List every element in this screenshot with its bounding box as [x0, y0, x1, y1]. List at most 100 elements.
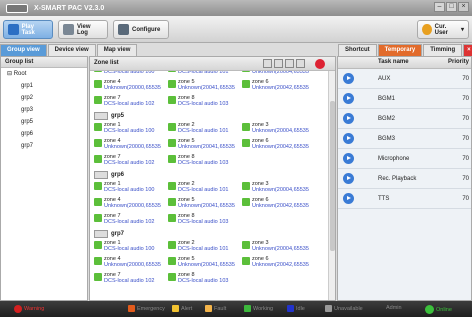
zone-item[interactable]: zone 5 Unknown(20041,65535	[168, 79, 242, 94]
zone-text: zone 8 DCS-local audio 103	[178, 272, 228, 284]
zone-source: Unknown(20000,65535	[104, 85, 161, 91]
current-user-button[interactable]: Cur. User ▾	[417, 20, 469, 39]
list-view-icon[interactable]	[274, 59, 283, 68]
tab-map-view[interactable]: Map view	[96, 44, 138, 56]
zone-group-header[interactable]: grp6	[90, 169, 335, 181]
unavailable-swatch	[325, 305, 332, 312]
zone-item[interactable]: zone 3Unknown(20004,65535	[242, 181, 316, 196]
task-row[interactable]: BGM1 70	[338, 89, 471, 109]
tree-item-grp2[interactable]: grp2	[1, 92, 87, 104]
alarm-icon[interactable]	[315, 59, 325, 69]
zone-grid: zone 1DCS-local audio 100 zone 2DCS-local…	[90, 240, 335, 287]
tree-root[interactable]: ⊟ Root	[1, 68, 87, 80]
zone-item[interactable]: zone 8 DCS-local audio 103	[168, 154, 242, 169]
zone-item[interactable]: zone 1DCS-local audio 100	[94, 181, 168, 196]
grid-view-icon[interactable]	[263, 59, 272, 68]
task-row[interactable]: Microphone 70	[338, 149, 471, 169]
zone-item[interactable]: zone 3Unknown(20004,65535	[242, 122, 316, 137]
zone-group-header[interactable]: grp5	[90, 110, 335, 122]
zone-item[interactable]: zone 6 Unknown(20042,65535	[242, 197, 316, 212]
status-user: Admin	[386, 305, 402, 311]
current-user-label: Cur. User	[434, 23, 448, 36]
zone-item[interactable]: zone 7 DCS-local audio 102	[94, 154, 168, 169]
tab-group-view[interactable]: Group view	[0, 44, 47, 56]
status-warning[interactable]: Warning	[14, 305, 44, 313]
task-table-header: Task name Priority	[338, 57, 471, 69]
maximize-button[interactable]: □	[446, 2, 457, 12]
play-icon[interactable]	[343, 93, 354, 104]
legend-unavailable-label: Unavailable	[334, 305, 363, 312]
play-icon[interactable]	[343, 153, 354, 164]
close-button[interactable]: ×	[458, 2, 469, 12]
task-row[interactable]: TTS 70	[338, 189, 471, 209]
close-tab-button[interactable]: ×	[463, 44, 472, 56]
zone-source: Unknown(20041,65535	[178, 203, 235, 209]
zone-item[interactable]: zone 4 Unknown(20000,65535	[94, 197, 168, 212]
zone-text: zone 8 DCS-local audio 103	[178, 154, 228, 166]
play-task-button[interactable]: Play Task	[3, 20, 53, 39]
zone-item[interactable]: zone 7 DCS-local audio 102	[94, 272, 168, 287]
play-icon[interactable]	[343, 113, 354, 124]
zone-item[interactable]: zone 8 DCS-local audio 103	[168, 95, 242, 110]
task-priority: 70	[462, 155, 469, 162]
zone-item[interactable]: zone 6 Unknown(20042,65535	[242, 256, 316, 271]
online-icon	[425, 305, 434, 314]
tab-shortcut[interactable]: Shortcut	[338, 44, 377, 56]
zone-item[interactable]: zone 1DCS-local audio 100	[94, 240, 168, 255]
zone-item[interactable]: zone 7 DCS-local audio 102	[94, 95, 168, 110]
zone-item[interactable]: zone 6 Unknown(20042,65535	[242, 138, 316, 153]
task-table-body: AUX 70 BGM1 70 BGM2 70 BGM3 70 Microphone 70 Rec. …	[338, 69, 471, 209]
task-row[interactable]: Rec. Playback 70	[338, 169, 471, 189]
task-row[interactable]: AUX 70	[338, 69, 471, 89]
zone-item[interactable]: zone 8 DCS-local audio 103	[168, 213, 242, 228]
speaker-icon	[94, 182, 102, 190]
tree-item-grp6[interactable]: grp6	[1, 128, 87, 140]
zone-item[interactable]: zone 3Unknown(20004,65535	[242, 240, 316, 255]
zone-source: DCS-local audio 103	[178, 160, 229, 166]
zone-item[interactable]: zone 7 DCS-local audio 102	[94, 213, 168, 228]
zone-source: DCS-local audio 101	[178, 246, 229, 252]
zone-item[interactable]: zone 4 Unknown(20000,65535	[94, 138, 168, 153]
zone-item[interactable]: zone 5 Unknown(20041,65535	[168, 138, 242, 153]
play-icon[interactable]	[343, 173, 354, 184]
play-icon[interactable]	[343, 133, 354, 144]
play-icon[interactable]	[343, 193, 354, 204]
tab-temporary[interactable]: Temporary	[377, 44, 423, 56]
detail-view-icon[interactable]	[285, 59, 294, 68]
zone-item[interactable]: zone 4 Unknown(20000,65535	[94, 79, 168, 94]
tree-item-grp7[interactable]: grp7	[1, 140, 87, 152]
zone-item[interactable]: zone 5 Unknown(20041,65535	[168, 256, 242, 271]
zone-item[interactable]: zone 2DCS-local audio 101	[168, 122, 242, 137]
tab-timming[interactable]: Timming	[423, 44, 463, 56]
zone-item[interactable]: zone 2DCS-local audio 101	[168, 181, 242, 196]
scrollbar[interactable]	[328, 71, 335, 300]
tree-item-grp3[interactable]: grp3	[1, 104, 87, 116]
zone-text: zone 6 Unknown(20042,65535	[252, 138, 309, 150]
zone-source: Unknown(20004,65535	[252, 128, 309, 134]
speaker-icon	[168, 214, 176, 222]
task-row[interactable]: BGM3 70	[338, 129, 471, 149]
zone-source: Unknown(20004,65535	[252, 187, 309, 193]
zone-item[interactable]: zone 1DCS-local audio 100	[94, 122, 168, 137]
tree-item-grp1[interactable]: grp1	[1, 80, 87, 92]
tab-device-view[interactable]: Device view	[47, 44, 96, 56]
zone-item[interactable]: zone 4 Unknown(20000,65535	[94, 256, 168, 271]
zone-text: zone 2DCS-local audio 101	[178, 122, 228, 134]
zone-group-header[interactable]: grp7	[90, 228, 335, 240]
task-row[interactable]: BGM2 70	[338, 109, 471, 129]
zone-list-panel: Zone list zone 1DCS-local audio 100zone …	[89, 56, 336, 301]
status-online: Online	[425, 305, 452, 314]
zone-item[interactable]: zone 8 DCS-local audio 103	[168, 272, 242, 287]
zone-item[interactable]: zone 2DCS-local audio 101	[168, 240, 242, 255]
zone-item[interactable]: zone 5 Unknown(20041,65535	[168, 197, 242, 212]
zone-item[interactable]: zone 6 Unknown(20042,65535	[242, 79, 316, 94]
play-icon[interactable]	[343, 73, 354, 84]
tree-item-grp5[interactable]: grp5	[1, 116, 87, 128]
minimize-button[interactable]: –	[434, 2, 445, 12]
tile-view-icon[interactable]	[296, 59, 305, 68]
scrollbar-thumb[interactable]	[330, 101, 335, 251]
view-log-button[interactable]: View Log	[58, 20, 108, 39]
speaker-icon	[94, 96, 102, 104]
configure-button[interactable]: Configure	[113, 20, 169, 39]
legend-alert: Alert	[172, 305, 192, 312]
